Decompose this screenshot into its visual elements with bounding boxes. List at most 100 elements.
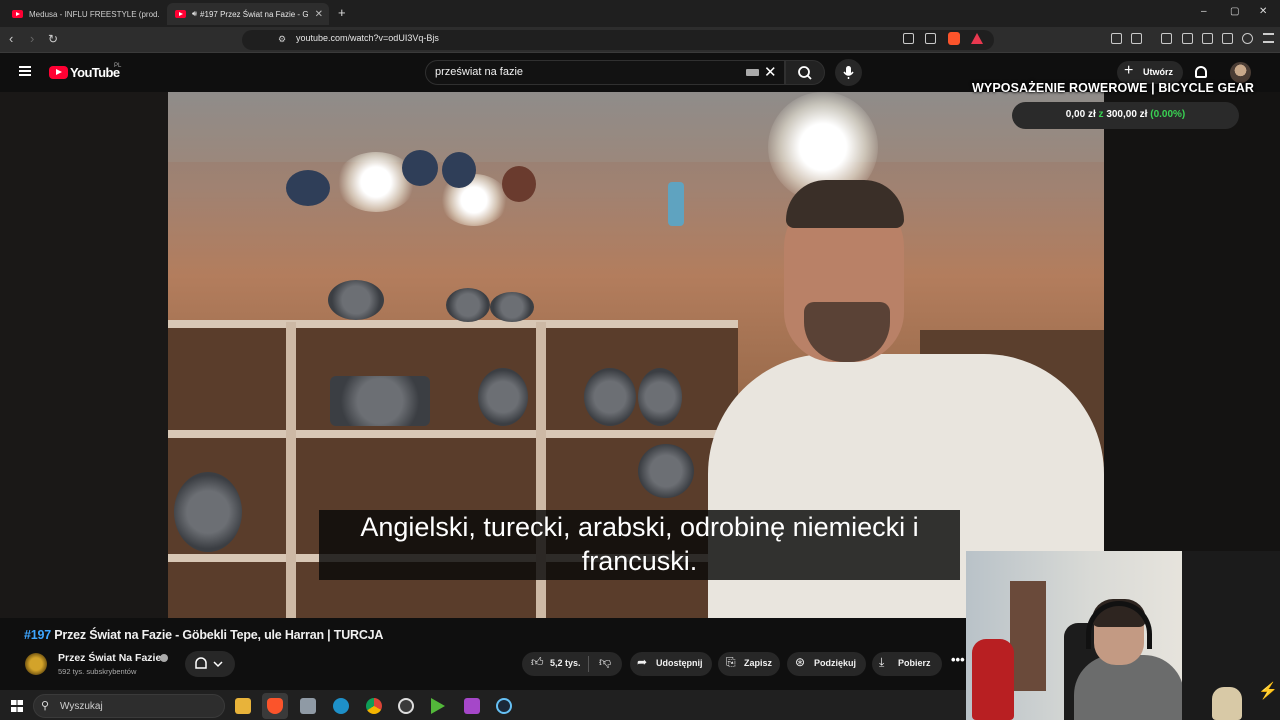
stream-logo-icon: ⚡	[1258, 683, 1278, 700]
close-window-button[interactable]: ✕	[1259, 6, 1267, 17]
subscribed-bell-button[interactable]	[185, 651, 235, 677]
goal-target: 300,00 zł	[1106, 109, 1148, 120]
music-icon[interactable]	[1161, 33, 1172, 44]
menu-icon[interactable]	[1263, 33, 1274, 43]
address-toolbar: ‹ › ↻ ⌑	[0, 27, 1280, 53]
man-hair	[786, 180, 904, 228]
brave-shield-icon[interactable]	[948, 32, 960, 45]
clear-search-icon[interactable]: ✕	[764, 63, 777, 81]
video-ceiling	[168, 92, 1104, 162]
more-actions-button[interactable]: •••	[951, 652, 965, 667]
search-input[interactable]: przeświat na fazie	[435, 66, 523, 78]
media-player-icon[interactable]	[431, 698, 445, 714]
shelf-post	[286, 322, 296, 618]
shelf-board	[168, 430, 738, 438]
edge-icon[interactable]	[333, 698, 349, 714]
webcam-streamer-body	[1074, 655, 1184, 720]
back-icon[interactable]: ‹	[9, 32, 13, 46]
hanging-lantern	[668, 182, 684, 226]
url-text[interactable]: youtube.com/watch?v=odUI3Vq-Bjs	[296, 33, 439, 43]
save-label: Zapisz	[744, 658, 773, 668]
like-icon[interactable]: 👍︎	[531, 655, 544, 669]
plate	[478, 368, 528, 426]
goal-separator: z	[1098, 109, 1104, 120]
chrome-icon[interactable]	[366, 698, 382, 714]
goal-progress-text: 0,00 zł z 300,00 zł (0.00%)	[1012, 109, 1239, 120]
search-button[interactable]	[785, 60, 825, 85]
guide-menu-icon[interactable]	[19, 66, 31, 76]
youtube-favicon-icon	[175, 10, 186, 18]
video-title: #197 Przez Świat na Fazie - Göbekli Tepe…	[24, 628, 383, 642]
video-title-hashtag[interactable]: #197	[24, 628, 51, 642]
shelf-board	[168, 320, 738, 328]
create-label: Utwórz	[1143, 67, 1173, 77]
save-bookmark-icon: ⎘	[726, 655, 736, 669]
share-arrow-icon: ➦	[637, 655, 648, 669]
webcam-overlay: ⚡	[966, 551, 1280, 720]
like-count[interactable]: 5,2 tys.	[550, 658, 581, 668]
hanging-pot	[442, 152, 476, 188]
plus-icon: +	[1124, 62, 1134, 79]
plate	[446, 288, 490, 322]
speaker-icon: 🔊︎	[192, 9, 198, 18]
video-title-text: Przez Świat na Fazie - Göbekli Tepe, ule…	[54, 628, 384, 642]
plate	[328, 280, 384, 320]
youtube-logo-text[interactable]: YouTube	[70, 65, 120, 80]
tab-search-icon[interactable]	[1131, 33, 1142, 44]
maximize-button[interactable]: ▢	[1230, 6, 1239, 17]
verified-icon	[160, 654, 168, 662]
taskbar-search-icon: ⚲	[41, 700, 50, 712]
youtube-logo-icon[interactable]	[49, 66, 68, 79]
channel-avatar[interactable]	[25, 653, 47, 675]
extensions-icon[interactable]	[1111, 33, 1122, 44]
cat-sticker-icon	[1212, 687, 1242, 720]
thanks-icon: ⊛	[795, 655, 806, 669]
thanks-label: Podziękuj	[814, 658, 857, 668]
tab-title: #197 Przez Świat na Fazie - G	[200, 9, 309, 19]
channel-name[interactable]: Przez Świat Na Fazie	[58, 652, 161, 664]
caption-line-2: francuski.	[581, 546, 698, 576]
goal-percent: (0.00%)	[1150, 109, 1186, 120]
brave-browser-icon[interactable]	[267, 698, 283, 714]
wallet-icon[interactable]	[1202, 33, 1213, 44]
new-tab-button[interactable]: +	[338, 5, 346, 20]
forward-icon[interactable]: ›	[30, 32, 34, 46]
player-left-margin	[0, 92, 168, 618]
minimize-button[interactable]: –	[1201, 6, 1207, 17]
download-label: Pobierz	[898, 658, 931, 668]
app-icon[interactable]	[300, 698, 316, 714]
leo-icon[interactable]	[1222, 33, 1233, 44]
taskbar-search-input[interactable]: Wyszukaj	[60, 701, 103, 712]
windows-start-icon[interactable]	[11, 700, 23, 712]
site-info-icon[interactable]: ⚙	[278, 34, 286, 45]
tab-title: Medusa - INFLU FREESTYLE (prod. VE	[29, 9, 162, 19]
file-explorer-icon[interactable]	[235, 698, 251, 714]
brave-rewards-icon[interactable]	[971, 33, 983, 44]
tray	[330, 376, 430, 426]
sidebar-icon[interactable]	[1182, 33, 1193, 44]
divider	[588, 656, 589, 672]
share-icon[interactable]	[925, 33, 936, 44]
dislike-icon[interactable]: 👎︎	[599, 655, 611, 669]
steam-icon[interactable]	[496, 698, 512, 714]
voice-search-button[interactable]	[835, 59, 862, 86]
tab-video[interactable]: 🔊︎ #197 Przez Świat na Fazie - G ✕	[167, 3, 329, 25]
country-code: PL	[114, 63, 122, 69]
plate	[638, 368, 682, 426]
plate	[638, 444, 694, 498]
app-icon[interactable]	[464, 698, 480, 714]
keyboard-icon[interactable]	[746, 69, 759, 76]
obs-icon[interactable]	[398, 698, 414, 714]
notifications-bell-icon[interactable]	[1195, 66, 1207, 78]
cast-icon[interactable]	[903, 33, 914, 44]
webcam-red-chair	[972, 639, 1014, 720]
share-label: Udostępnij	[656, 658, 703, 668]
account-avatar[interactable]	[1230, 62, 1251, 83]
tab-close-icon[interactable]: ✕	[315, 9, 323, 20]
vpn-icon[interactable]	[1242, 33, 1253, 44]
reload-icon[interactable]: ↻	[48, 32, 58, 46]
goal-current: 0,00 zł	[1065, 109, 1096, 120]
tab-medusa[interactable]: Medusa - INFLU FREESTYLE (prod. VE	[4, 3, 162, 25]
download-icon: ⤓	[879, 655, 885, 669]
caption-line-1: Angielski, turecki, arabski, odrobinę ni…	[360, 512, 919, 542]
